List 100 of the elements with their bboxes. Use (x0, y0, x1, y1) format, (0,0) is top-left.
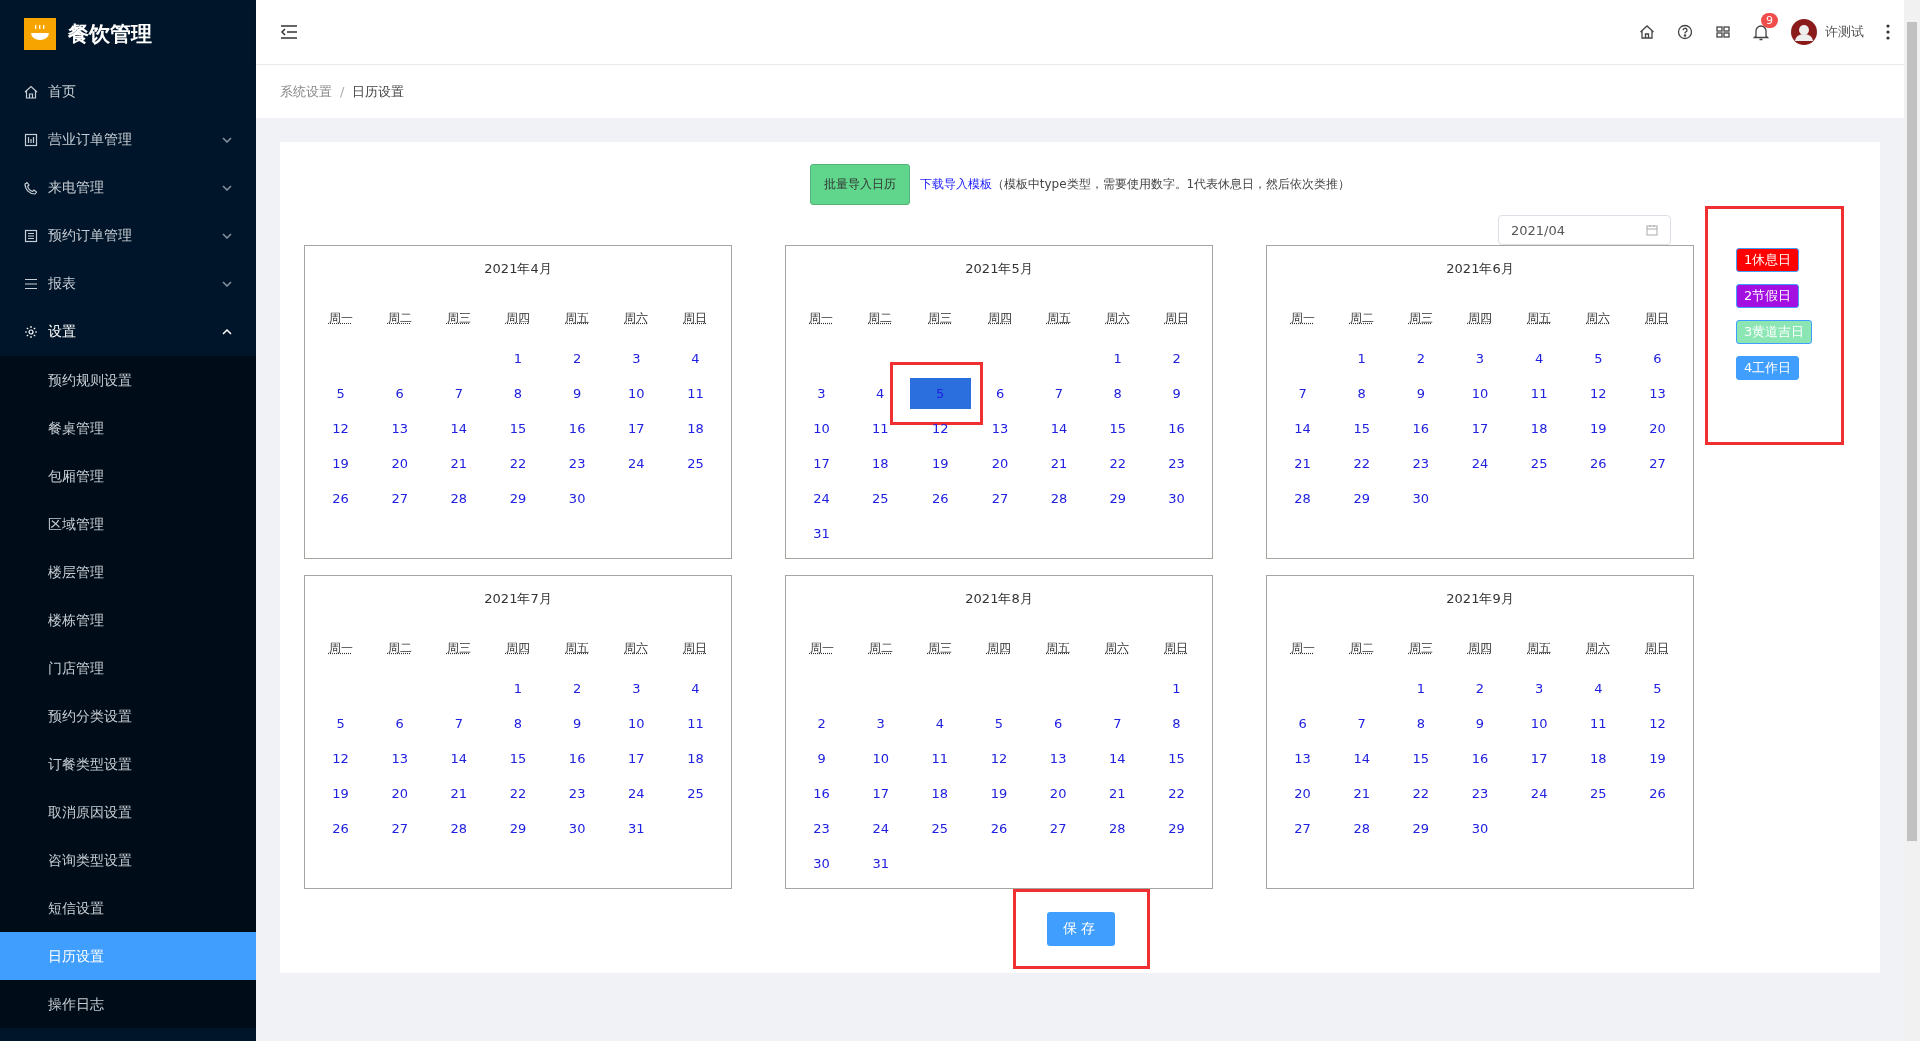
calendar-day[interactable]: 8 (1113, 378, 1122, 409)
calendar-day[interactable]: 17 (628, 413, 645, 444)
calendar-day[interactable]: 30 (1412, 483, 1430, 514)
calendar-day[interactable]: 14 (1109, 743, 1126, 774)
calendar-day[interactable]: 18 (687, 413, 704, 444)
calendar-day[interactable]: 25 (687, 778, 704, 809)
calendar-day[interactable]: 10 (628, 378, 645, 409)
calendar-day[interactable]: 27 (991, 483, 1009, 514)
calendar-day[interactable]: 27 (1049, 813, 1067, 844)
calendar-day[interactable]: 28 (1109, 813, 1126, 844)
calendar-day[interactable]: 13 (391, 413, 408, 444)
calendar-day[interactable]: 7 (1113, 708, 1122, 739)
submenu-item[interactable]: 订餐类型设置 (0, 740, 256, 788)
calendar-day[interactable]: 2 (1475, 673, 1485, 704)
calendar-day[interactable]: 7 (454, 378, 463, 409)
calendar-day[interactable]: 10 (813, 413, 830, 444)
calendar-day[interactable]: 4 (876, 378, 885, 409)
calendar-day[interactable]: 6 (395, 378, 404, 409)
calendar-day[interactable]: 26 (1649, 778, 1666, 809)
calendar-day[interactable]: 16 (568, 413, 586, 444)
calendar-day[interactable]: 4 (691, 673, 700, 704)
calendar-day[interactable]: 12 (332, 743, 349, 774)
calendar-day[interactable]: 20 (1294, 778, 1311, 809)
calendar-day[interactable]: 18 (931, 778, 949, 809)
calendar-day[interactable]: 23 (568, 778, 586, 809)
calendar-day[interactable]: 16 (1168, 413, 1185, 444)
calendar-day[interactable]: 20 (1049, 778, 1067, 809)
breadcrumb-item[interactable]: 系统设置 (280, 82, 332, 101)
calendar-day[interactable]: 3 (632, 343, 641, 374)
calendar-day[interactable]: 18 (687, 743, 704, 774)
calendar-day[interactable]: 16 (568, 743, 586, 774)
menu-item[interactable]: 来电管理 (0, 164, 256, 212)
submenu-item[interactable]: 操作日志 (0, 980, 256, 1028)
help-icon[interactable] (1677, 24, 1693, 40)
calendar-day[interactable]: 6 (395, 708, 404, 739)
calendar-day[interactable]: 31 (628, 813, 645, 844)
menu-icon[interactable] (280, 24, 298, 40)
calendar-day[interactable]: 31 (872, 848, 889, 879)
calendar-day[interactable]: 17 (1471, 413, 1489, 444)
calendar-day[interactable]: 25 (1530, 448, 1548, 479)
calendar-day[interactable]: 12 (332, 413, 349, 444)
calendar-day[interactable]: 12 (1590, 378, 1607, 409)
month-picker[interactable]: 2021/04 (1498, 215, 1671, 245)
calendar-day[interactable]: 23 (813, 813, 830, 844)
calendar-day[interactable]: 24 (628, 448, 645, 479)
calendar-day[interactable]: 16 (813, 778, 830, 809)
calendar-day[interactable]: 22 (1168, 778, 1185, 809)
calendar-day[interactable]: 20 (1649, 413, 1666, 444)
calendar-day[interactable]: 21 (1050, 448, 1068, 479)
calendar-day[interactable]: 21 (450, 448, 468, 479)
calendar-day[interactable]: 30 (568, 813, 586, 844)
calendar-day[interactable]: 29 (1412, 813, 1430, 844)
home-icon[interactable] (1639, 24, 1655, 40)
bell-icon[interactable] (1753, 23, 1769, 41)
calendar-day[interactable]: 27 (391, 813, 408, 844)
calendar-day[interactable]: 5 (1594, 343, 1603, 374)
more-icon[interactable] (1886, 24, 1890, 40)
calendar-day[interactable]: 2 (573, 673, 582, 704)
calendar-day[interactable]: 11 (931, 743, 949, 774)
calendar-day[interactable]: 12 (990, 743, 1008, 774)
calendar-day[interactable]: 3 (632, 673, 641, 704)
calendar-day[interactable]: 5 (336, 708, 345, 739)
calendar-day[interactable]: 9 (1172, 378, 1181, 409)
calendar-day[interactable]: 8 (513, 708, 523, 739)
calendar-day[interactable]: 24 (628, 778, 645, 809)
calendar-day[interactable]: 12 (1649, 708, 1666, 739)
calendar-day[interactable]: 19 (332, 448, 349, 479)
calendar-day[interactable]: 27 (1294, 813, 1311, 844)
calendar-day[interactable]: 28 (450, 483, 468, 514)
calendar-day[interactable]: 27 (391, 483, 408, 514)
calendar-day[interactable]: 7 (454, 708, 463, 739)
calendar-day[interactable]: 8 (1416, 708, 1425, 739)
calendar-day[interactable]: 2 (1172, 343, 1181, 374)
grid-icon[interactable] (1715, 24, 1731, 40)
calendar-day[interactable]: 1 (1416, 673, 1425, 704)
menu-item[interactable]: 报表 (0, 260, 256, 308)
calendar-day[interactable]: 15 (509, 743, 527, 774)
calendar-day[interactable]: 9 (1475, 708, 1485, 739)
calendar-day[interactable]: 29 (1109, 483, 1126, 514)
calendar-day[interactable]: 21 (1109, 778, 1126, 809)
calendar-day[interactable]: 10 (1530, 708, 1548, 739)
calendar-day[interactable]: 7 (1298, 378, 1307, 409)
calendar-day[interactable]: 24 (1471, 448, 1489, 479)
calendar-day[interactable]: 3 (876, 708, 885, 739)
calendar-day[interactable]: 2 (573, 343, 582, 374)
calendar-day[interactable]: 21 (1353, 778, 1370, 809)
calendar-day[interactable]: 25 (931, 813, 949, 844)
calendar-day[interactable]: 22 (1412, 778, 1430, 809)
calendar-day[interactable]: 22 (1353, 448, 1370, 479)
calendar-day[interactable]: 1 (513, 343, 523, 374)
calendar-day[interactable]: 10 (628, 708, 645, 739)
calendar-day[interactable]: 13 (391, 743, 408, 774)
calendar-day[interactable]: 8 (1357, 378, 1366, 409)
menu-item[interactable]: 营业订单管理 (0, 116, 256, 164)
calendar-day[interactable]: 19 (332, 778, 349, 809)
calendar-day[interactable]: 23 (1168, 448, 1185, 479)
calendar-day[interactable]: 29 (1168, 813, 1185, 844)
calendar-day[interactable]: 27 (1649, 448, 1666, 479)
submenu-item[interactable]: 预约规则设置 (0, 356, 256, 404)
submenu-item[interactable]: 门店管理 (0, 644, 256, 692)
